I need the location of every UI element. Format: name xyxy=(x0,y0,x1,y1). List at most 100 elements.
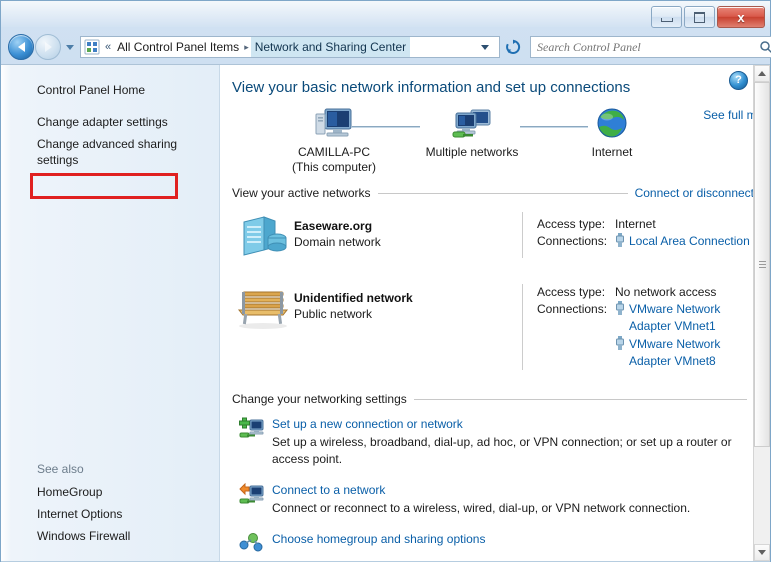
connection-link[interactable]: VMware Network Adapter VMnet1 xyxy=(629,301,754,335)
back-arrow-icon xyxy=(17,42,25,52)
network-connection-icon xyxy=(615,336,625,355)
minimize-icon xyxy=(660,17,673,22)
network-map-node-internet-label: Internet xyxy=(591,145,633,159)
sidebar-item-change-adapter-settings[interactable]: Change adapter settings xyxy=(1,111,219,133)
content-pane: View your basic network information and … xyxy=(220,65,770,561)
connect-to-network-link[interactable]: Connect to a network xyxy=(272,482,385,499)
setup-new-connection-description: Set up a wireless, broadband, dial-up, a… xyxy=(272,435,732,466)
connections-label: Connections: xyxy=(537,302,608,316)
access-type-line: Access type: No network access xyxy=(537,284,754,301)
maximize-button[interactable] xyxy=(684,6,715,28)
connection-link[interactable]: Local Area Connection xyxy=(629,233,750,250)
multiple-networks-icon xyxy=(451,109,493,145)
refresh-button[interactable] xyxy=(502,36,524,58)
back-button[interactable] xyxy=(8,34,34,60)
navigation-buttons xyxy=(8,34,77,60)
setting-item-new-connection: Set up a new connection or network Set u… xyxy=(232,416,754,468)
network-map-node-computer[interactable]: CAMILLA-PC (This computer) xyxy=(286,106,382,175)
close-button[interactable]: x xyxy=(717,6,765,28)
setting-text: Choose homegroup and sharing options xyxy=(272,531,754,548)
active-networks-header: View your active networks Connect or dis… xyxy=(232,186,754,200)
connection-link[interactable]: VMware Network Adapter VMnet8 xyxy=(629,336,754,370)
search-input[interactable] xyxy=(531,38,757,56)
connections-line: Connections: xyxy=(537,233,754,252)
network-map-node-computer-sublabel: (This computer) xyxy=(291,160,377,174)
active-networks-heading: View your active networks xyxy=(232,186,371,200)
help-icon[interactable]: ? xyxy=(729,71,748,90)
globe-icon xyxy=(594,108,630,145)
forward-arrow-icon xyxy=(44,42,52,52)
highlight-annotation-box xyxy=(30,173,178,199)
see-also-section: See also HomeGroup Internet Options Wind… xyxy=(1,459,219,547)
connection-item[interactable]: Local Area Connection xyxy=(615,233,754,252)
access-type-value: No network access xyxy=(615,285,717,299)
connections-label: Connections: xyxy=(537,234,608,248)
sidebar: Control Panel Home Change adapter settin… xyxy=(1,65,220,561)
active-network-name: Unidentified network xyxy=(294,291,413,305)
breadcrumb-item-network-and-sharing-center[interactable]: Network and Sharing Center xyxy=(250,37,411,57)
breadcrumb-overflow-icon[interactable]: « xyxy=(105,41,111,53)
breadcrumb-separator-icon: ▸ xyxy=(244,41,249,52)
change-settings-heading: Change your networking settings xyxy=(232,392,407,406)
public-network-bench-icon xyxy=(232,284,294,330)
connect-or-disconnect-link[interactable]: Connect or disconnect xyxy=(635,186,754,200)
sidebar-item-internet-options[interactable]: Internet Options xyxy=(1,503,219,525)
connection-item[interactable]: VMware Network Adapter VMnet8 xyxy=(615,336,754,370)
address-bar-row: « All Control Panel Items ▸ Network and … xyxy=(0,31,771,63)
connect-network-icon xyxy=(232,482,272,509)
sidebar-item-windows-firewall[interactable]: Windows Firewall xyxy=(1,525,219,547)
choose-homegroup-link[interactable]: Choose homegroup and sharing options xyxy=(272,531,485,548)
active-network-type: Public network xyxy=(294,307,373,321)
page-title: View your basic network information and … xyxy=(232,79,631,96)
connection-item[interactable]: VMware Network Adapter VMnet1 xyxy=(615,301,754,335)
maximize-icon xyxy=(694,11,705,23)
access-type-line: Access type: Internet xyxy=(537,216,754,233)
forward-button[interactable] xyxy=(35,34,61,60)
change-settings-header: Change your networking settings xyxy=(232,392,754,406)
active-network-name: Easeware.org xyxy=(294,219,373,233)
active-network-type: Domain network xyxy=(294,235,381,249)
control-panel-window: x « All Control Panel Items ▸ Network an… xyxy=(0,0,771,562)
scroll-up-button[interactable] xyxy=(754,65,770,82)
setup-new-connection-link[interactable]: Set up a new connection or network xyxy=(272,416,463,433)
domain-network-icon xyxy=(232,212,294,258)
access-type-label: Access type: xyxy=(537,285,606,299)
network-connection-icon xyxy=(615,301,625,320)
search-icon[interactable] xyxy=(757,40,771,54)
connections-list: Local Area Connection xyxy=(615,233,754,252)
sidebar-item-homegroup[interactable]: HomeGroup xyxy=(1,481,219,503)
scroll-down-arrow-icon xyxy=(758,550,766,555)
search-box[interactable] xyxy=(530,36,771,58)
network-map-node-internet[interactable]: Internet xyxy=(572,106,652,160)
recent-pages-chevron-down-icon[interactable] xyxy=(66,44,74,50)
setting-text: Set up a new connection or network Set u… xyxy=(272,416,754,468)
scroll-down-button[interactable] xyxy=(754,544,770,561)
control-panel-icon xyxy=(84,39,100,55)
network-map: CAMILLA-PC (This computer) Multiple netw… xyxy=(232,104,770,178)
breadcrumb-item-all-control-panel-items[interactable]: All Control Panel Items xyxy=(114,38,242,56)
access-type-value: Internet xyxy=(615,217,656,231)
connections-line: Connections: xyxy=(537,301,754,370)
see-also-title: See also xyxy=(37,462,84,476)
active-network-row: Unidentified network Public network Acce… xyxy=(232,264,754,376)
setting-text: Connect to a network Connect or reconnec… xyxy=(272,482,754,517)
address-dropdown-chevron-down-icon[interactable] xyxy=(481,44,489,50)
setting-item-homegroup: Choose homegroup and sharing options xyxy=(232,531,754,554)
sidebar-item-control-panel-home[interactable]: Control Panel Home xyxy=(1,79,219,101)
vertical-scrollbar[interactable] xyxy=(753,65,770,561)
scroll-up-arrow-icon xyxy=(758,71,766,76)
connections-list: VMware Network Adapter VMnet1 VMware Net… xyxy=(615,301,754,370)
sidebar-item-change-advanced-sharing-settings[interactable]: Change advanced sharing settings xyxy=(1,133,219,171)
scrollbar-grip-icon xyxy=(759,260,766,268)
active-network-names: Easeware.org Domain network xyxy=(294,212,522,250)
network-map-node-multiple-networks[interactable]: Multiple networks xyxy=(417,106,527,160)
breadcrumb[interactable]: « All Control Panel Items ▸ Network and … xyxy=(80,36,500,58)
client-area: Control Panel Home Change adapter settin… xyxy=(1,64,770,561)
new-connection-icon xyxy=(232,416,272,443)
scrollbar-thumb[interactable] xyxy=(754,82,770,447)
minimize-button[interactable] xyxy=(651,6,682,28)
homegroup-icon xyxy=(232,531,272,554)
network-row-divider xyxy=(522,284,523,370)
header-rule xyxy=(413,398,747,400)
